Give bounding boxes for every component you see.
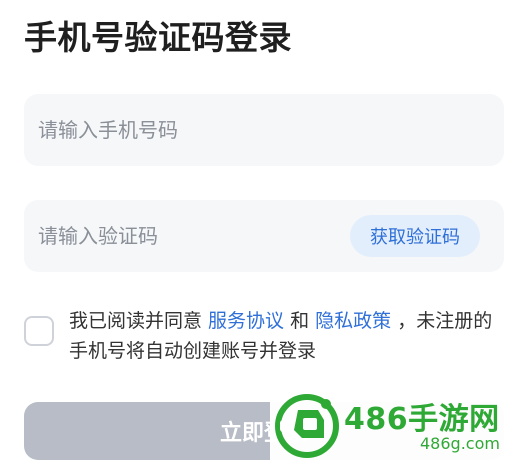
watermark-logo-icon xyxy=(275,394,339,458)
watermark-title: 486手游网 xyxy=(344,402,500,437)
verification-code-field-container: 获取验证码 xyxy=(24,200,504,272)
get-code-button[interactable]: 获取验证码 xyxy=(350,215,480,257)
page-title: 手机号验证码登录 xyxy=(24,18,292,57)
agreement-text: 我已阅读并同意 服务协议 和 隐私政策 ，未注册的手机号将自动创建账号并登录 xyxy=(69,306,509,366)
agreement-prefix: 我已阅读并同意 xyxy=(69,310,209,332)
service-agreement-link[interactable]: 服务协议 xyxy=(208,310,284,332)
watermark-subtitle: 486g.com xyxy=(420,434,500,453)
watermark-overlay: 486手游网 486g.com xyxy=(270,386,527,464)
verification-code-input[interactable] xyxy=(38,200,318,272)
privacy-policy-link[interactable]: 隐私政策 xyxy=(315,310,391,332)
agreement-and: 和 xyxy=(284,310,316,332)
agreement-checkbox[interactable] xyxy=(24,316,54,346)
phone-number-input[interactable] xyxy=(38,94,338,166)
phone-field-container xyxy=(24,94,504,166)
